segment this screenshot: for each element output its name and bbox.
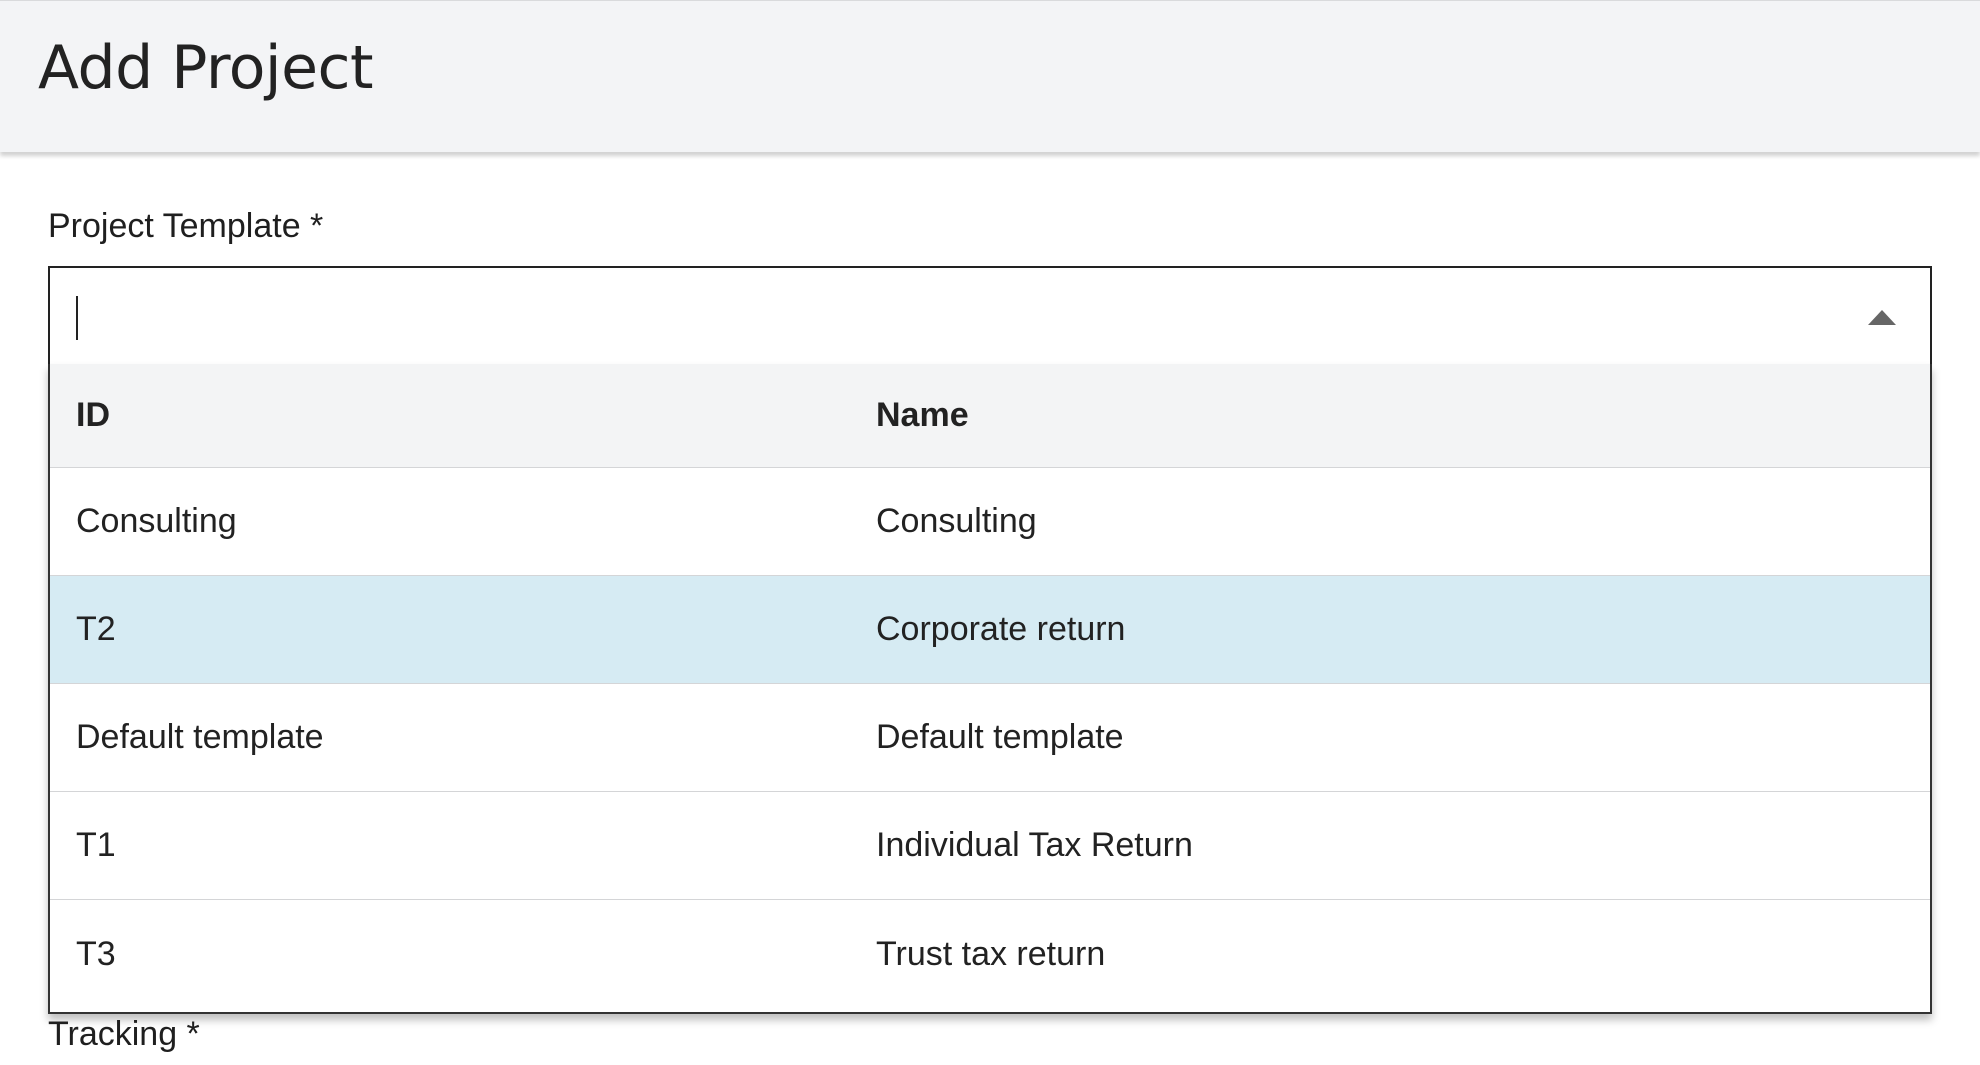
option-name: Individual Tax Return — [876, 826, 1193, 864]
column-header-name: Name — [876, 396, 969, 434]
dropdown-option-t1[interactable]: T1 Individual Tax Return — [50, 792, 1930, 900]
option-name: Corporate return — [876, 610, 1126, 648]
dropdown-option-consulting[interactable]: Consulting Consulting — [50, 468, 1930, 576]
project-template-dropdown: ID Name Consulting Consulting T2 Corpora… — [48, 364, 1932, 1014]
option-id: T2 — [76, 610, 116, 648]
dropdown-header: ID Name — [50, 364, 1930, 468]
project-template-label: Project Template * — [48, 207, 324, 245]
tracking-label: Tracking * — [48, 1015, 200, 1053]
option-id: T1 — [76, 826, 116, 864]
option-name: Default template — [876, 718, 1124, 756]
project-template-combobox[interactable] — [48, 266, 1932, 366]
dropdown-option-t2[interactable]: T2 Corporate return — [50, 576, 1930, 684]
option-name: Trust tax return — [876, 934, 1106, 973]
text-cursor — [76, 296, 78, 340]
collapse-arrow-icon[interactable] — [1868, 310, 1896, 325]
option-id: T3 — [76, 934, 116, 973]
project-template-input[interactable] — [74, 288, 1838, 346]
option-id: Default template — [76, 718, 324, 756]
dropdown-option-t3[interactable]: T3 Trust tax return — [50, 900, 1930, 1008]
option-id: Consulting — [76, 502, 237, 540]
page-title: Add Project — [38, 33, 374, 103]
page-header: Add Project — [0, 0, 1980, 152]
option-name: Consulting — [876, 502, 1037, 540]
dropdown-option-default-template[interactable]: Default template Default template — [50, 684, 1930, 792]
column-header-id: ID — [76, 396, 110, 434]
